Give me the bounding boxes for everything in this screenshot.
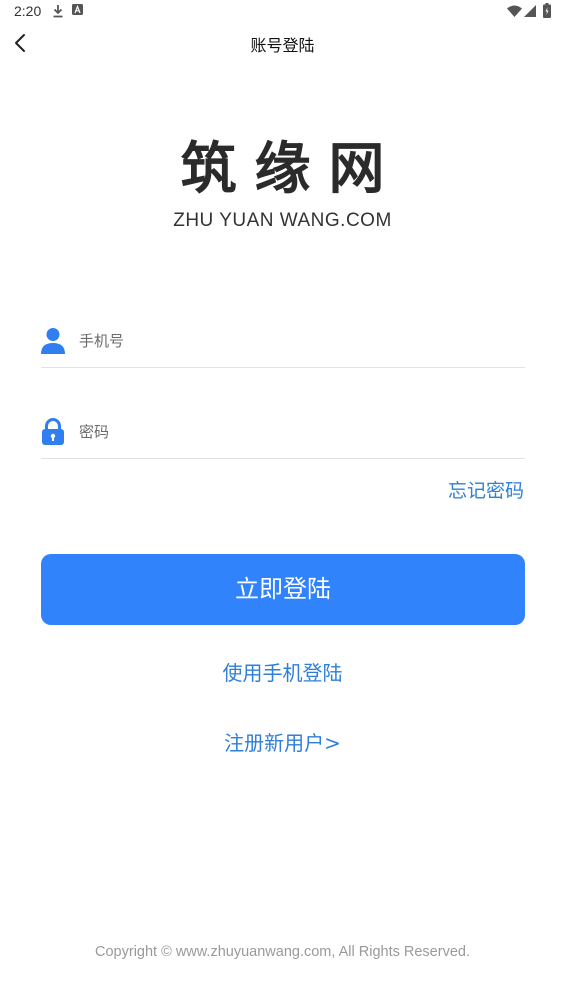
user-icon (41, 328, 65, 354)
lock-icon (42, 418, 64, 445)
login-button[interactable]: 立即登陆 (41, 554, 525, 625)
logo-title: 筑缘网 (180, 137, 403, 202)
register-link[interactable]: 注册新用户> (0, 727, 565, 756)
header: 账号登陆 (0, 24, 565, 64)
password-field (41, 408, 525, 459)
signal-icon (524, 5, 536, 17)
download-icon (53, 5, 63, 18)
page-title: 账号登陆 (250, 36, 315, 55)
logo: 筑缘网 ZHU YUAN WANG.COM (0, 138, 565, 232)
phone-login-link[interactable]: 使用手机登陆 (0, 657, 565, 686)
wifi-icon (507, 5, 522, 17)
copyright-text: Copyright © www.zhuyuanwang.com, All Rig… (95, 944, 470, 960)
forgot-password-link[interactable]: 忘记密码 (448, 476, 524, 503)
a-icon (72, 4, 83, 15)
status-bar: 2:20 (0, 0, 565, 24)
phone-input[interactable] (79, 329, 509, 353)
logo-subtitle: ZHU YUAN WANG.COM (173, 210, 392, 231)
phone-field (41, 317, 525, 368)
status-time: 2:20 (14, 3, 42, 19)
battery-icon (543, 3, 551, 18)
password-input[interactable] (79, 420, 509, 444)
